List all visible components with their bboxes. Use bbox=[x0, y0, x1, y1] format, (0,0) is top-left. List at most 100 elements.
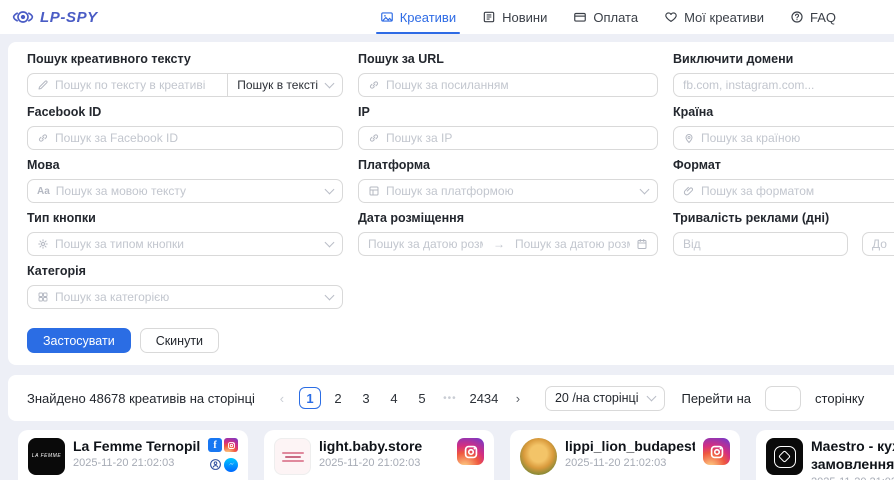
goto-page-label: Перейти на bbox=[681, 391, 751, 406]
filter-label: IP bbox=[358, 105, 658, 119]
category-select[interactable] bbox=[27, 285, 343, 309]
translate-icon: Aа bbox=[37, 186, 50, 197]
filter-url: Пошук за URL bbox=[358, 52, 658, 97]
creative-card[interactable]: light.baby.store 2025-11-20 21:02:03 3 d… bbox=[264, 430, 494, 480]
language-select[interactable]: Aа bbox=[27, 179, 343, 203]
next-page-button[interactable]: › bbox=[507, 387, 529, 409]
avatar: LA FEMME bbox=[28, 438, 65, 475]
question-circle-icon bbox=[790, 10, 804, 24]
format-input[interactable] bbox=[701, 184, 894, 198]
country-input[interactable] bbox=[701, 131, 894, 145]
page-button-last[interactable]: 2434 bbox=[467, 387, 501, 409]
creative-card[interactable]: lippi_lion_budapest 2025-11-20 21:02:03 … bbox=[510, 430, 740, 480]
platform-grid-icon bbox=[368, 185, 380, 197]
nav-label: Новини bbox=[502, 10, 547, 25]
audience-network-icon bbox=[208, 458, 222, 472]
facebook-icon: f bbox=[208, 438, 222, 452]
creatives-list: LA FEMME La Femme Ternopil 2025-11-20 21… bbox=[0, 430, 894, 480]
filter-button-type: Тип кнопки bbox=[27, 211, 343, 256]
exclude-domains-input[interactable] bbox=[683, 78, 894, 92]
avatar bbox=[274, 438, 311, 475]
nav-label: FAQ bbox=[810, 10, 836, 25]
filter-label: Пошук креативного тексту bbox=[27, 52, 343, 66]
duration-from-input[interactable] bbox=[683, 237, 838, 251]
location-pin-icon bbox=[683, 132, 695, 144]
filter-ip: IP bbox=[358, 105, 658, 150]
nav-label: Оплата bbox=[593, 10, 638, 25]
language-input[interactable] bbox=[56, 184, 320, 198]
date-from-input[interactable] bbox=[368, 237, 483, 251]
top-header: LP-SPY Креативи Новини Оплата Мої креати… bbox=[0, 0, 894, 34]
page-size-value: 20 /на сторінці bbox=[555, 391, 639, 405]
filter-label: Категорія bbox=[27, 264, 343, 278]
filter-label: Тривалість реклами (дні) bbox=[673, 211, 894, 225]
gear-icon bbox=[37, 238, 49, 250]
app-logo-text: LP-SPY bbox=[40, 9, 98, 26]
pagination-ellipsis[interactable]: ••• bbox=[439, 387, 461, 409]
button-type-select[interactable] bbox=[27, 232, 343, 256]
filter-creative-text: Пошук креативного тексту Пошук в тексті bbox=[27, 52, 343, 97]
category-input[interactable] bbox=[55, 290, 320, 304]
chevron-down-icon bbox=[325, 237, 335, 247]
apply-button[interactable]: Застосувати bbox=[27, 328, 131, 353]
creative-date: 2025-11-20 21:02:03 bbox=[319, 457, 449, 469]
page-button-5[interactable]: 5 bbox=[411, 387, 433, 409]
chevron-down-icon bbox=[325, 290, 335, 300]
platform-input[interactable] bbox=[386, 184, 635, 198]
nav-item-payment[interactable]: Оплата bbox=[573, 0, 638, 34]
filter-label: Дата розміщення bbox=[358, 211, 658, 225]
link-icon bbox=[368, 79, 380, 91]
search-mode-select[interactable]: Пошук в тексті bbox=[228, 73, 343, 97]
page-button-4[interactable]: 4 bbox=[383, 387, 405, 409]
button-type-input[interactable] bbox=[55, 237, 320, 251]
filters-panel: Пошук креативного тексту Пошук в тексті … bbox=[8, 42, 894, 365]
search-mode-value: Пошук в тексті bbox=[237, 78, 318, 92]
results-count-text: Знайдено 48678 креативів на сторінці bbox=[27, 391, 255, 406]
filter-language: Мова Aа bbox=[27, 158, 343, 203]
eye-logo-icon bbox=[12, 7, 34, 27]
page-button-2[interactable]: 2 bbox=[327, 387, 349, 409]
date-to-input[interactable] bbox=[515, 237, 630, 251]
creative-card[interactable]: LA FEMME La Femme Ternopil 2025-11-20 21… bbox=[18, 430, 248, 480]
credit-card-icon bbox=[573, 10, 587, 24]
platform-select[interactable] bbox=[358, 179, 658, 203]
filter-label: Мова bbox=[27, 158, 343, 172]
instagram-icon bbox=[224, 438, 238, 452]
paperclip-icon bbox=[683, 185, 695, 197]
page-button-1[interactable]: 1 bbox=[299, 387, 321, 409]
heart-icon bbox=[664, 10, 678, 24]
ip-input[interactable] bbox=[386, 131, 648, 145]
facebook-id-input[interactable] bbox=[55, 131, 333, 145]
creative-date: 2025-11-20 21:02:03 bbox=[565, 457, 695, 469]
avatar-text: LA FEMME bbox=[32, 453, 61, 460]
chevron-down-icon bbox=[325, 78, 335, 88]
main-nav: Креативи Новини Оплата Мої креативи FAQ bbox=[380, 0, 836, 34]
duration-to-input[interactable] bbox=[872, 237, 894, 251]
creative-text-input[interactable] bbox=[55, 78, 218, 92]
nav-item-faq[interactable]: FAQ bbox=[790, 0, 836, 34]
calendar-icon bbox=[636, 238, 648, 250]
app-logo[interactable]: LP-SPY bbox=[12, 7, 98, 27]
filter-label: Країна bbox=[673, 105, 894, 119]
creative-title-line2: замовлення в Ужго bbox=[811, 456, 894, 474]
page-size-select[interactable]: 20 /на сторінці bbox=[545, 386, 666, 411]
reset-button[interactable]: Скинути bbox=[140, 328, 219, 353]
page-button-3[interactable]: 3 bbox=[355, 387, 377, 409]
filter-placement-date: Дата розміщення → bbox=[358, 211, 658, 256]
pencil-icon bbox=[37, 79, 49, 91]
avatar bbox=[766, 438, 803, 475]
creative-card[interactable]: Maestro - кухні, ме замовлення в Ужго 20… bbox=[756, 430, 894, 480]
nav-item-creatives[interactable]: Креативи bbox=[380, 0, 456, 34]
nav-item-my-creatives[interactable]: Мої креативи bbox=[664, 0, 764, 34]
prev-page-button[interactable]: ‹ bbox=[271, 387, 293, 409]
filter-label: Формат bbox=[673, 158, 894, 172]
url-input[interactable] bbox=[386, 78, 648, 92]
filter-category: Категорія bbox=[27, 264, 343, 309]
chevron-down-icon bbox=[647, 391, 657, 401]
filter-facebook-id: Facebook ID bbox=[27, 105, 343, 150]
instagram-icon bbox=[703, 438, 730, 465]
nav-item-news[interactable]: Новини bbox=[482, 0, 547, 34]
goto-page-input[interactable] bbox=[765, 386, 801, 411]
date-range-picker[interactable]: → bbox=[358, 232, 658, 256]
arrow-right-icon: → bbox=[489, 237, 509, 251]
